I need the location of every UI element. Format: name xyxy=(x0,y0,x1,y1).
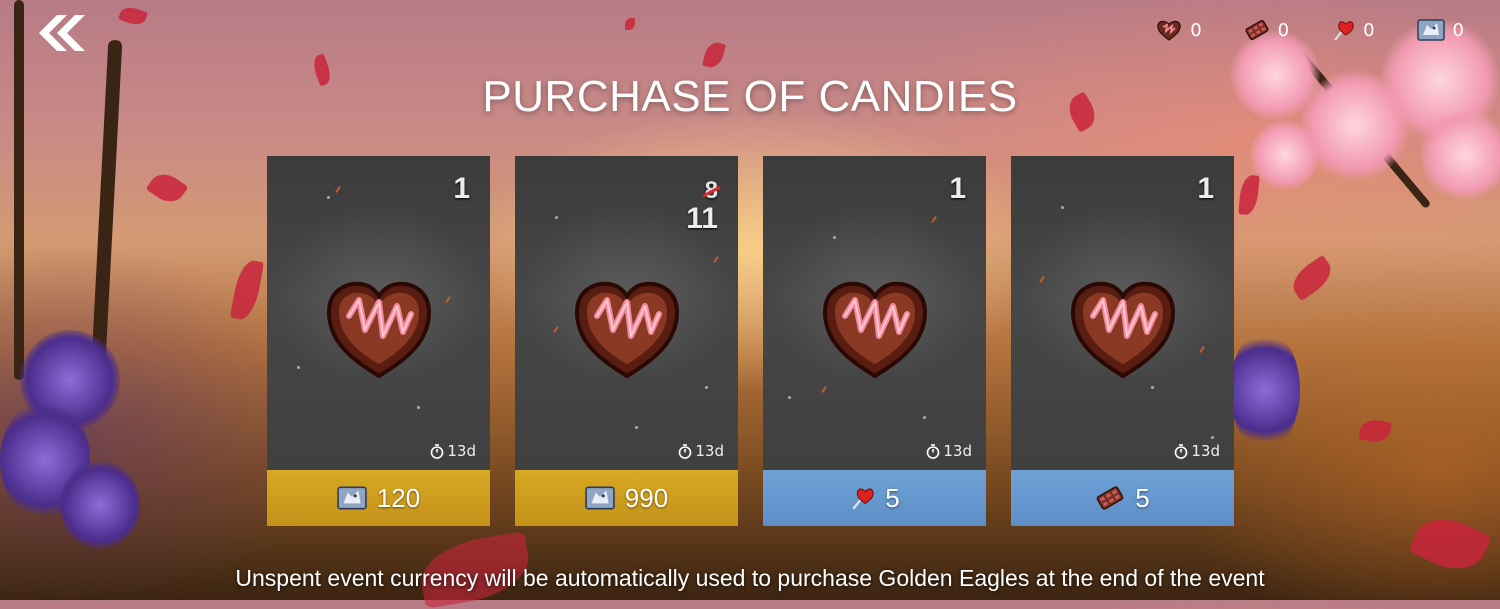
currency-count: 0 xyxy=(1277,19,1290,41)
buy-button[interactable]: 5 xyxy=(1011,470,1234,526)
heart-chocolate-candy-icon xyxy=(1070,281,1176,379)
offer-timer: 13d xyxy=(430,442,476,460)
offer-list: 1 13d 120 8 11 13d 990 1 13d 5 1 13d 5 xyxy=(267,156,1234,526)
page-title: PURCHASE OF CANDIES xyxy=(482,72,1018,121)
offer-quantity: 1 xyxy=(1197,172,1214,205)
offer-card[interactable]: 1 13d 5 xyxy=(1011,156,1234,526)
heart-chocolate-candy-icon xyxy=(574,281,680,379)
currency-bar: 0 0 0 0 xyxy=(1156,18,1464,42)
offer-timer: 13d xyxy=(1174,442,1220,460)
golden-eagle-icon xyxy=(337,486,367,510)
heart-chocolate-candy-icon xyxy=(326,281,432,379)
currency-count: 0 xyxy=(1190,19,1202,41)
offer-card[interactable]: 1 13d 5 xyxy=(763,156,986,526)
offer-card[interactable]: 8 11 13d 990 xyxy=(515,156,738,526)
buy-button[interactable]: 120 xyxy=(267,470,490,526)
back-button[interactable] xyxy=(36,14,88,52)
stopwatch-icon xyxy=(679,443,692,459)
price-value: 120 xyxy=(376,482,421,513)
offer-quantity: 8 11 xyxy=(686,177,718,235)
lollipop-icon xyxy=(852,488,874,510)
offer-card-face: 1 13d xyxy=(1011,156,1234,470)
currency-count: 0 xyxy=(1452,19,1464,41)
old-quantity: 8 xyxy=(704,177,718,204)
offer-timer: 13d xyxy=(926,442,972,460)
price-value: 990 xyxy=(624,482,669,513)
golden-eagle-icon xyxy=(585,486,615,510)
offer-quantity: 1 xyxy=(453,172,470,205)
price-value: 5 xyxy=(1135,482,1150,513)
offer-timer: 13d xyxy=(678,442,724,460)
offer-card-face: 1 13d xyxy=(267,156,490,470)
stopwatch-icon xyxy=(927,443,940,459)
currency-golden-eagle: 0 xyxy=(1416,19,1464,41)
footer-note: Unspent event currency will be automatic… xyxy=(235,565,1265,591)
currency-chocolate-bar: 0 xyxy=(1244,19,1289,41)
currency-chocolate-candy: 0 xyxy=(1156,19,1202,41)
golden-eagle-icon xyxy=(1416,19,1445,41)
offer-card[interactable]: 1 13d 120 xyxy=(267,156,490,526)
currency-lollipop: 0 xyxy=(1331,18,1375,42)
stopwatch-icon xyxy=(1175,443,1188,459)
heart-chocolate-candy-icon xyxy=(822,281,928,379)
buy-button[interactable]: 990 xyxy=(515,470,738,526)
currency-count: 0 xyxy=(1363,19,1375,41)
stopwatch-icon xyxy=(431,443,444,459)
chocolate-bar-icon xyxy=(1096,486,1124,510)
offer-quantity: 1 xyxy=(949,172,966,205)
lollipop-icon xyxy=(1334,21,1354,41)
chocolate-candy-icon xyxy=(1157,20,1181,41)
double-chevron-left-icon xyxy=(39,15,85,51)
offer-card-face: 1 13d xyxy=(763,156,986,470)
buy-button[interactable]: 5 xyxy=(763,470,986,526)
offer-card-face: 8 11 13d xyxy=(515,156,738,470)
price-value: 5 xyxy=(885,482,900,513)
chocolate-bar-icon xyxy=(1245,19,1269,41)
